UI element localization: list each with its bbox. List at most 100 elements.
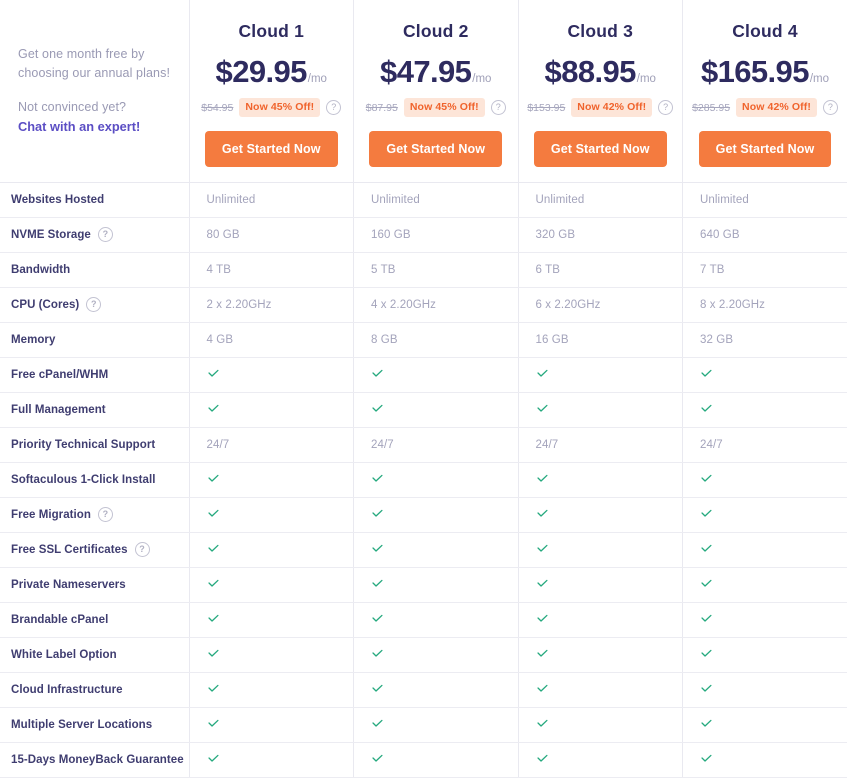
check-icon: [536, 472, 549, 485]
check-icon: [371, 542, 384, 555]
feature-value-text: 5 TB: [371, 264, 395, 276]
get-started-button[interactable]: Get Started Now: [699, 131, 832, 167]
check-icon: [371, 752, 384, 765]
check-icon: [700, 752, 713, 765]
feature-value-cell: 640 GB: [683, 217, 847, 252]
feature-value-cell: [354, 357, 519, 392]
check-icon: [371, 647, 384, 660]
promo-spacer: [18, 83, 189, 98]
help-icon[interactable]: ?: [86, 297, 101, 312]
chat-with-expert-link[interactable]: Chat with an expert!: [18, 117, 189, 136]
feature-value-cell: [189, 357, 354, 392]
feature-value-cell: [189, 637, 354, 672]
check-icon: [207, 507, 220, 520]
feature-value-cell: [354, 567, 519, 602]
feature-label-inner: Private Nameservers: [11, 579, 181, 591]
discount-badge: Now 42% Off!: [736, 98, 817, 117]
help-icon[interactable]: ?: [98, 227, 113, 242]
plan-price-period: /mo: [637, 73, 656, 85]
feature-value-cell: 7 TB: [683, 252, 847, 287]
feature-value-cell: [683, 392, 847, 427]
feature-value-cell: [354, 497, 519, 532]
plan-price-period: /mo: [810, 73, 829, 85]
plan-name: Cloud 3: [519, 21, 683, 42]
feature-value-text: 24/7: [700, 439, 723, 451]
help-icon[interactable]: ?: [658, 100, 673, 115]
feature-label-cell: Multiple Server Locations: [0, 707, 189, 742]
feature-label-text: White Label Option: [11, 649, 117, 661]
get-started-button[interactable]: Get Started Now: [205, 131, 338, 167]
check-icon: [700, 472, 713, 485]
table-row: Free SSL Certificates?: [0, 532, 847, 567]
pricing-table-body: Get one month free by choosing our annua…: [0, 0, 847, 777]
help-icon[interactable]: ?: [135, 542, 150, 557]
feature-value-text: 24/7: [536, 439, 559, 451]
feature-value-cell: [354, 602, 519, 637]
feature-value-cell: 160 GB: [354, 217, 519, 252]
get-started-button[interactable]: Get Started Now: [369, 131, 502, 167]
plan-price-line: $47.95/mo: [354, 56, 518, 87]
help-icon[interactable]: ?: [491, 100, 506, 115]
plan-old-price: $54.95: [201, 102, 233, 114]
get-started-button[interactable]: Get Started Now: [534, 131, 667, 167]
feature-value-cell: 8 x 2.20GHz: [683, 287, 847, 322]
feature-label-text: Websites Hosted: [11, 194, 104, 206]
feature-label-text: NVME Storage: [11, 229, 91, 241]
plan-name: Cloud 2: [354, 21, 518, 42]
feature-value-cell: [354, 672, 519, 707]
help-icon[interactable]: ?: [326, 100, 341, 115]
feature-label-cell: Free SSL Certificates?: [0, 532, 189, 567]
cta-wrapper: Get Started Now: [519, 131, 683, 167]
table-row: Full Management: [0, 392, 847, 427]
feature-value-text: 16 GB: [536, 334, 569, 346]
plan-price-line: $165.95/mo: [683, 56, 847, 87]
check-icon: [207, 367, 220, 380]
feature-value-cell: [189, 497, 354, 532]
feature-label-inner: Cloud Infrastructure: [11, 684, 181, 696]
discount-badge: Now 45% Off!: [404, 98, 485, 117]
cta-wrapper: Get Started Now: [683, 131, 847, 167]
plan-name: Cloud 4: [683, 21, 847, 42]
feature-value-text: 8 GB: [371, 334, 398, 346]
check-icon: [536, 402, 549, 415]
pricing-header-row: Get one month free by choosing our annua…: [0, 0, 847, 182]
check-icon: [371, 472, 384, 485]
feature-value-cell: [683, 357, 847, 392]
feature-label-inner: White Label Option: [11, 649, 181, 661]
feature-value-text: 640 GB: [700, 229, 740, 241]
check-icon: [700, 682, 713, 695]
feature-label-text: Free Migration: [11, 509, 91, 521]
feature-value-cell: 16 GB: [518, 322, 683, 357]
plan-discount-line: $54.95Now 45% Off!?: [190, 98, 354, 117]
feature-label-cell: Memory: [0, 322, 189, 357]
feature-label-text: Multiple Server Locations: [11, 719, 152, 731]
feature-value-cell: 2 x 2.20GHz: [189, 287, 354, 322]
table-row: Free cPanel/WHM: [0, 357, 847, 392]
feature-label-inner: Priority Technical Support: [11, 439, 181, 451]
feature-value-cell: [518, 532, 683, 567]
feature-value-text: 80 GB: [207, 229, 240, 241]
feature-label-inner: Websites Hosted: [11, 194, 181, 206]
feature-value-cell: [354, 742, 519, 777]
feature-value-cell: 4 TB: [189, 252, 354, 287]
help-icon[interactable]: ?: [823, 100, 838, 115]
feature-label-inner: Bandwidth: [11, 264, 181, 276]
feature-value-cell: [683, 672, 847, 707]
check-icon: [371, 402, 384, 415]
feature-value-cell: [189, 742, 354, 777]
feature-label-text: Free SSL Certificates: [11, 544, 128, 556]
check-icon: [207, 577, 220, 590]
table-row: Memory4 GB8 GB16 GB32 GB: [0, 322, 847, 357]
feature-label-inner: Softaculous 1-Click Install: [11, 474, 181, 486]
feature-value-cell: 32 GB: [683, 322, 847, 357]
feature-label-cell: Private Nameservers: [0, 567, 189, 602]
table-row: Brandable cPanel: [0, 602, 847, 637]
help-icon[interactable]: ?: [98, 507, 113, 522]
feature-label-text: CPU (Cores): [11, 299, 79, 311]
feature-value-cell: [189, 602, 354, 637]
feature-value-cell: [518, 742, 683, 777]
feature-value-text: 24/7: [371, 439, 394, 451]
plan-header-4: Cloud 4$165.95/mo$285.95Now 42% Off!?Get…: [683, 0, 847, 182]
feature-value-cell: [189, 567, 354, 602]
feature-label-cell: Brandable cPanel: [0, 602, 189, 637]
